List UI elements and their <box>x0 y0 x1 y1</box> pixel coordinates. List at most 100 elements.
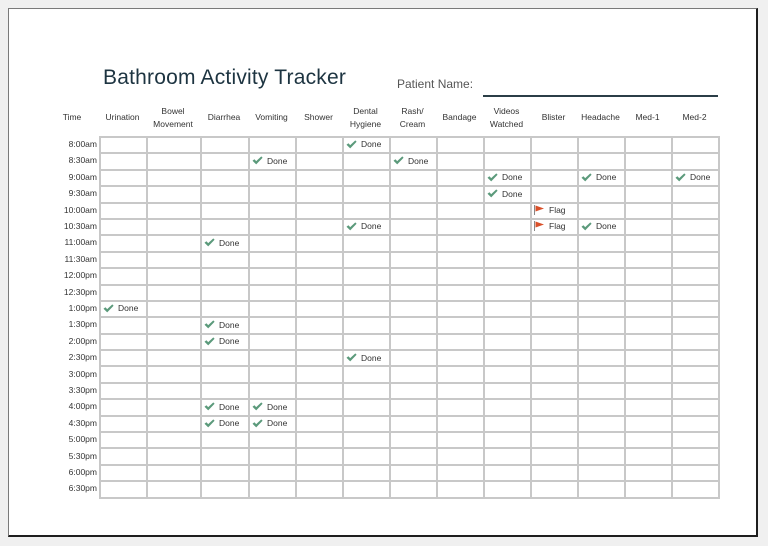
grid-cell[interactable] <box>389 447 438 466</box>
grid-cell[interactable]: Done <box>342 217 391 237</box>
grid-cell[interactable] <box>248 234 297 253</box>
grid-cell[interactable] <box>530 381 579 401</box>
grid-cell[interactable] <box>99 480 148 499</box>
grid-cell[interactable] <box>436 135 485 155</box>
grid-cell[interactable] <box>295 463 344 483</box>
grid-cell[interactable] <box>389 250 438 270</box>
grid-cell[interactable] <box>530 250 579 270</box>
grid-cell[interactable] <box>577 201 626 220</box>
grid-cell[interactable] <box>483 463 532 483</box>
grid-cell[interactable] <box>624 234 673 253</box>
grid-cell[interactable] <box>530 152 579 171</box>
grid-cell[interactable] <box>295 168 344 188</box>
grid-cell[interactable] <box>671 365 720 384</box>
grid-cell[interactable] <box>342 332 391 352</box>
grid-cell[interactable] <box>436 398 485 417</box>
grid-cell[interactable] <box>295 283 344 302</box>
grid-cell[interactable] <box>671 349 720 368</box>
grid-cell[interactable] <box>530 168 579 188</box>
grid-cell[interactable] <box>436 381 485 401</box>
grid-cell[interactable] <box>577 398 626 417</box>
grid-cell[interactable] <box>624 316 673 335</box>
grid-cell[interactable] <box>530 316 579 335</box>
grid-cell[interactable] <box>530 414 579 434</box>
grid-cell[interactable] <box>436 299 485 319</box>
grid-cell[interactable] <box>389 201 438 220</box>
grid-cell[interactable] <box>671 480 720 499</box>
grid-cell[interactable] <box>200 152 250 171</box>
grid-cell[interactable] <box>342 234 391 253</box>
grid-cell[interactable] <box>146 168 202 188</box>
grid-cell[interactable]: Done <box>248 152 297 171</box>
grid-cell[interactable] <box>295 152 344 171</box>
grid-cell[interactable] <box>389 267 438 286</box>
grid-cell[interactable] <box>671 414 720 434</box>
grid-cell[interactable] <box>483 250 532 270</box>
grid-cell[interactable] <box>295 447 344 466</box>
grid-cell[interactable] <box>671 201 720 220</box>
grid-cell[interactable] <box>483 349 532 368</box>
grid-cell[interactable] <box>342 414 391 434</box>
grid-cell[interactable] <box>389 381 438 401</box>
grid-cell[interactable]: Done <box>671 168 720 188</box>
grid-cell[interactable] <box>99 414 148 434</box>
grid-cell[interactable] <box>342 267 391 286</box>
grid-cell[interactable] <box>295 217 344 237</box>
grid-cell[interactable] <box>436 250 485 270</box>
grid-cell[interactable] <box>483 152 532 171</box>
grid-cell[interactable] <box>530 365 579 384</box>
grid-cell[interactable] <box>624 463 673 483</box>
grid-cell[interactable] <box>342 168 391 188</box>
grid-cell[interactable] <box>530 431 579 450</box>
grid-cell[interactable] <box>200 349 250 368</box>
grid-cell[interactable]: Done <box>342 135 391 155</box>
grid-cell[interactable] <box>146 135 202 155</box>
grid-cell[interactable] <box>99 152 148 171</box>
grid-cell[interactable] <box>624 201 673 220</box>
grid-cell[interactable] <box>99 463 148 483</box>
grid-cell[interactable] <box>248 135 297 155</box>
grid-cell[interactable] <box>248 447 297 466</box>
grid-cell[interactable] <box>624 152 673 171</box>
grid-cell[interactable] <box>624 283 673 302</box>
grid-cell[interactable] <box>146 299 202 319</box>
grid-cell[interactable] <box>436 283 485 302</box>
grid-cell[interactable] <box>146 201 202 220</box>
grid-cell[interactable] <box>146 332 202 352</box>
grid-cell[interactable] <box>530 299 579 319</box>
grid-cell[interactable] <box>671 398 720 417</box>
grid-cell[interactable] <box>99 398 148 417</box>
grid-cell[interactable] <box>530 135 579 155</box>
grid-cell[interactable] <box>483 480 532 499</box>
grid-cell[interactable] <box>146 152 202 171</box>
grid-cell[interactable] <box>624 431 673 450</box>
grid-cell[interactable] <box>295 431 344 450</box>
grid-cell[interactable] <box>436 365 485 384</box>
grid-cell[interactable]: Done <box>483 168 532 188</box>
grid-cell[interactable] <box>342 316 391 335</box>
grid-cell[interactable] <box>99 365 148 384</box>
grid-cell[interactable] <box>295 480 344 499</box>
grid-cell[interactable] <box>389 349 438 368</box>
grid-cell[interactable] <box>671 381 720 401</box>
grid-cell[interactable] <box>671 217 720 237</box>
grid-cell[interactable] <box>342 201 391 220</box>
grid-cell[interactable] <box>146 217 202 237</box>
grid-cell[interactable] <box>295 185 344 204</box>
grid-cell[interactable] <box>99 381 148 401</box>
grid-cell[interactable] <box>99 316 148 335</box>
grid-cell[interactable] <box>146 365 202 384</box>
grid-cell[interactable]: Done <box>342 349 391 368</box>
grid-cell[interactable]: Done <box>248 414 297 434</box>
grid-cell[interactable]: Done <box>577 168 626 188</box>
grid-cell[interactable] <box>436 463 485 483</box>
grid-cell[interactable] <box>99 250 148 270</box>
grid-cell[interactable] <box>577 185 626 204</box>
grid-cell[interactable] <box>577 480 626 499</box>
grid-cell[interactable] <box>99 431 148 450</box>
grid-cell[interactable] <box>624 267 673 286</box>
grid-cell[interactable] <box>436 431 485 450</box>
grid-cell[interactable] <box>671 283 720 302</box>
grid-cell[interactable]: Done <box>200 234 250 253</box>
grid-cell[interactable] <box>671 463 720 483</box>
